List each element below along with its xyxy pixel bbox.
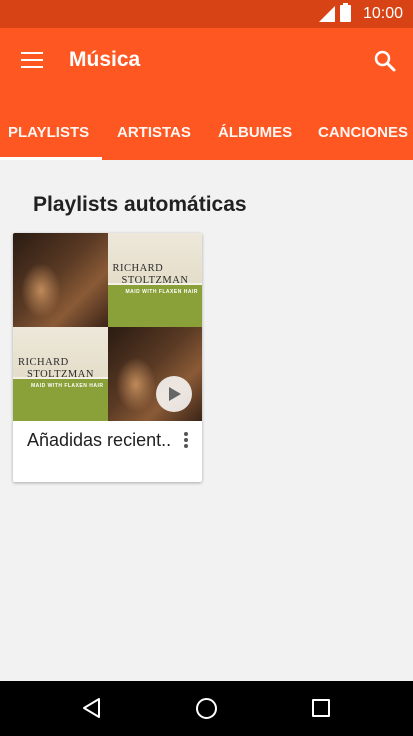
tab-indicator [0,157,102,160]
playlist-card[interactable]: RICHARD STOLTZMAN MAID WITH FLAXEN HAIR … [13,233,202,482]
play-button[interactable] [156,376,192,412]
search-icon[interactable] [374,50,396,72]
app-title: Música [69,48,141,71]
play-icon [169,387,181,401]
recents-icon[interactable] [312,699,330,717]
navigation-bar [0,681,413,736]
tab-artistas[interactable]: ARTISTAS [117,124,191,141]
album-art-artist: STOLTZMAN [121,275,189,286]
overflow-icon[interactable] [183,432,189,450]
playlist-title: Añadidas recient.. [27,430,172,450]
album-art-artist: RICHARD [18,357,69,368]
album-art-subtitle: MAID WITH FLAXEN HAIR [31,383,104,389]
battery-icon [340,3,351,22]
menu-icon[interactable] [21,52,43,68]
tab-bar: PLAYLISTS ARTISTAS ÁLBUMES CANCIONES [0,112,413,160]
album-art-artist: RICHARD [112,263,164,274]
tab-playlists[interactable]: PLAYLISTS [8,124,89,141]
album-art-tile [13,233,108,327]
tab-canciones[interactable]: CANCIONES [318,124,408,141]
album-art-subtitle: MAID WITH FLAXEN HAIR [125,289,198,295]
section-title: Playlists automáticas [33,193,247,216]
album-art-tile: RICHARD STOLTZMAN MAID WITH FLAXEN HAIR [13,327,108,421]
app-bar: Música PLAYLISTS ARTISTAS ÁLBUMES CANCIO… [0,28,413,160]
album-art-tile [107,327,202,421]
status-bar: 10:00 [0,0,413,28]
status-time: 10:00 [362,5,403,22]
album-art-tile: RICHARD STOLTZMAN MAID WITH FLAXEN HAIR [107,233,202,327]
tab-albumes[interactable]: ÁLBUMES [218,124,292,141]
album-art-artist: STOLTZMAN [27,369,94,380]
album-art: RICHARD STOLTZMAN MAID WITH FLAXEN HAIR … [13,233,202,421]
home-icon[interactable] [196,698,217,719]
back-icon[interactable] [81,697,103,719]
signal-icon [319,6,335,22]
